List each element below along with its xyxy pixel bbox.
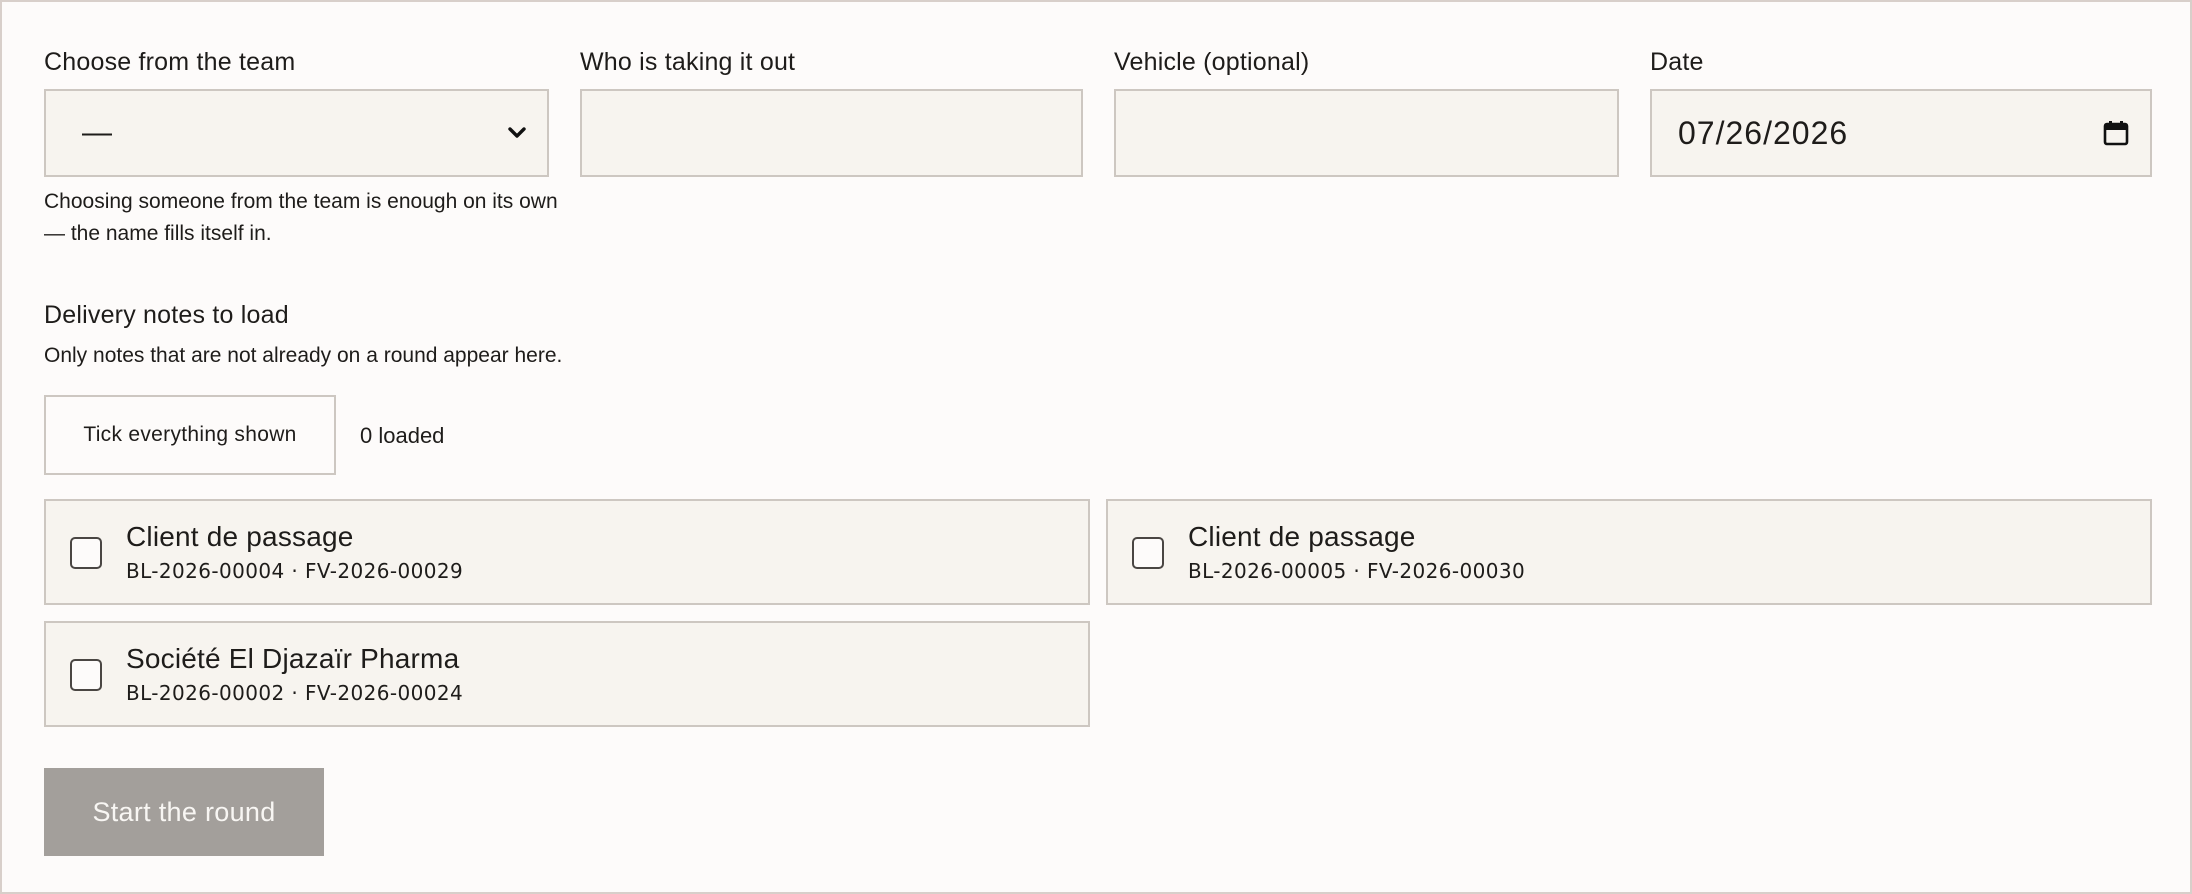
note-card[interactable]: Client de passage BL-2026-00005 · FV-202… xyxy=(1106,499,2152,605)
date-field: Date 07/26/2026 xyxy=(1650,45,2152,177)
note-refs: BL-2026-00002 · FV-2026-00024 xyxy=(126,681,464,705)
taker-field: Who is taking it out xyxy=(580,45,1083,177)
note-refs: BL-2026-00005 · FV-2026-00030 xyxy=(1188,559,1526,583)
team-select-value: — xyxy=(82,116,112,149)
loaded-count: 0 loaded xyxy=(360,423,445,448)
team-label: Choose from the team xyxy=(44,48,296,76)
tick-all-button[interactable]: Tick everything shown xyxy=(44,395,336,475)
vehicle-input[interactable] xyxy=(1114,89,1619,177)
note-card[interactable]: Société El Djazaïr Pharma BL-2026-00002 … xyxy=(44,621,1090,727)
date-label: Date xyxy=(1650,48,1704,76)
taker-input[interactable] xyxy=(580,89,1083,177)
start-round-button[interactable]: Start the round xyxy=(44,768,324,856)
calendar-icon[interactable] xyxy=(2102,119,2130,147)
team-select[interactable]: — xyxy=(44,89,549,177)
date-input[interactable]: 07/26/2026 xyxy=(1650,89,2152,177)
note-client: Client de passage xyxy=(1188,521,1416,552)
section-title: Delivery notes to load xyxy=(44,301,289,329)
vehicle-field: Vehicle (optional) xyxy=(1114,45,1619,177)
vehicle-label: Vehicle (optional) xyxy=(1114,48,1310,76)
delivery-round-form: Choose from the team — Who is taking it … xyxy=(0,0,2192,894)
note-refs: BL-2026-00004 · FV-2026-00029 xyxy=(126,559,464,583)
note-client: Client de passage xyxy=(126,521,354,552)
team-field: Choose from the team — xyxy=(44,45,549,177)
note-client: Société El Djazaïr Pharma xyxy=(126,643,460,674)
taker-label: Who is taking it out xyxy=(580,48,796,76)
note-card[interactable]: Client de passage BL-2026-00004 · FV-202… xyxy=(44,499,1090,605)
section-subtitle: Only notes that are not already on a rou… xyxy=(44,344,563,367)
note-checkbox[interactable] xyxy=(70,537,102,569)
note-checkbox[interactable] xyxy=(1132,537,1164,569)
note-checkbox[interactable] xyxy=(70,659,102,691)
date-value: 07/26/2026 xyxy=(1678,114,1849,151)
team-helper-text: Choosing someone from the team is enough… xyxy=(44,190,558,245)
chevron-down-icon xyxy=(505,121,529,145)
